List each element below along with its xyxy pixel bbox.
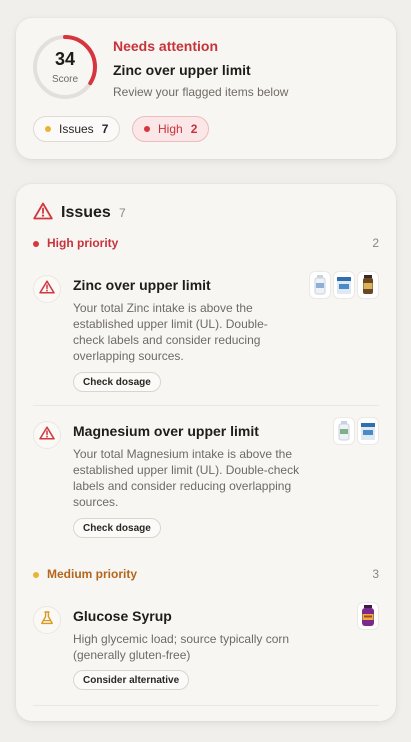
issues-card: Issues 7 High priority 2 Zinc over upper… (16, 184, 396, 721)
check-dosage-button[interactable]: Check dosage (73, 518, 161, 538)
warning-triangle-icon (39, 279, 55, 299)
yellow-dot-icon (33, 572, 39, 578)
issue-description: High glycemic load; source typically cor… (73, 632, 290, 662)
high-filter-pill[interactable]: High 2 (132, 116, 210, 142)
score-label: Score (51, 74, 79, 85)
product-thumbnails (331, 417, 379, 445)
product-thumbnails (355, 602, 379, 630)
issues-heading-count: 7 (119, 206, 126, 220)
red-dot-icon (144, 126, 150, 132)
divider (33, 705, 379, 706)
issue-title: Zinc over upper limit (73, 277, 211, 293)
issues-pill-count: 7 (101, 122, 109, 136)
high-pill-label: High (158, 122, 183, 136)
medium-priority-header: Medium priority 3 (33, 567, 379, 583)
white-bottle-icon[interactable] (309, 271, 331, 299)
issues-heading: Issues (61, 204, 111, 221)
subtitle-text: Review your flagged items below (113, 85, 289, 99)
issue-icon-wrap (33, 421, 61, 449)
priority-count: 2 (372, 236, 379, 250)
divider (33, 405, 379, 406)
priority-count: 3 (372, 567, 379, 581)
product-thumbnails (307, 271, 379, 299)
check-dosage-button[interactable]: Check dosage (73, 372, 161, 392)
issue-description: Your total Magnesium intake is above the… (73, 447, 300, 509)
headline-text: Zinc over upper limit (113, 62, 251, 78)
priority-label: High priority (47, 236, 119, 250)
flask-icon (40, 610, 54, 630)
blue-box-icon[interactable] (333, 271, 355, 299)
brown-bottle-icon[interactable] (357, 271, 379, 299)
issue-item[interactable]: Magnesium over upper limit Your total Ma… (33, 417, 379, 553)
issue-icon-wrap (33, 606, 61, 634)
issue-item[interactable]: Glucose Syrup High glycemic load; source… (33, 602, 379, 706)
white-bottle-icon[interactable] (333, 417, 355, 445)
consider-alternative-button[interactable]: Consider alternative (73, 670, 190, 690)
blue-box-icon[interactable] (357, 417, 379, 445)
score-card: 34 Score Needs attention Zinc over upper… (16, 18, 396, 159)
yellow-dot-icon (45, 126, 51, 132)
score-ring: 34 Score (32, 34, 98, 100)
purple-bottle-icon[interactable] (357, 602, 379, 630)
red-dot-icon (33, 241, 39, 247)
issue-title: Magnesium over upper limit (73, 423, 259, 439)
warning-triangle-icon (33, 202, 53, 225)
issues-filter-pill[interactable]: Issues 7 (33, 116, 121, 142)
high-priority-header: High priority 2 (33, 236, 379, 252)
score-value: 34 (54, 49, 76, 69)
issue-description: Your total Zinc intake is above the esta… (73, 301, 268, 363)
issue-icon-wrap (33, 275, 61, 303)
warning-triangle-icon (39, 425, 55, 445)
issue-title: Glucose Syrup (73, 608, 172, 624)
priority-label: Medium priority (47, 567, 138, 581)
status-text: Needs attention (113, 38, 219, 54)
issue-item[interactable]: Zinc over upper limit Your total Zinc in… (33, 271, 379, 406)
issues-pill-label: Issues (59, 122, 94, 136)
high-pill-count: 2 (190, 122, 198, 136)
